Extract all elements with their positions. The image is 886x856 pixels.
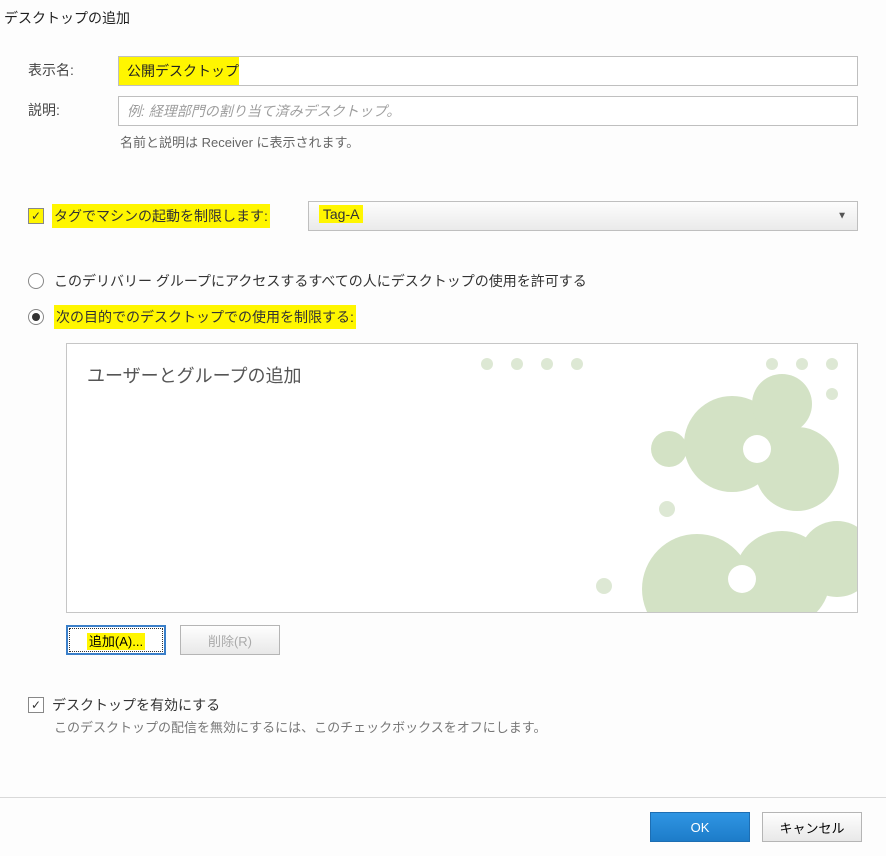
description-hint: 名前と説明は Receiver に表示されます。 bbox=[120, 132, 858, 151]
tag-limit-checkbox[interactable] bbox=[28, 208, 44, 224]
dialog-content: 表示名: 説明: 名前と説明は Receiver に表示されます。 タグでマシン… bbox=[0, 36, 886, 756]
tag-select-value: Tag-A bbox=[319, 205, 364, 223]
display-name-label: 表示名: bbox=[28, 56, 118, 80]
users-panel-title: ユーザーとグループの追加 bbox=[67, 344, 857, 406]
add-button[interactable]: 追加(A)... bbox=[66, 625, 166, 655]
cancel-button[interactable]: キャンセル bbox=[762, 812, 862, 842]
remove-button: 削除(R) bbox=[180, 625, 280, 655]
tag-limit-label: タグでマシンの起動を制限します: bbox=[52, 204, 270, 228]
radio-restrict[interactable] bbox=[28, 309, 44, 325]
users-groups-panel: ユーザーとグループの追加 bbox=[66, 343, 858, 613]
tag-select[interactable]: Tag-A ▼ bbox=[308, 201, 858, 231]
description-input[interactable] bbox=[118, 96, 858, 126]
radio-everyone-label: このデリバリー グループにアクセスするすべての人にデスクトップの使用を許可する bbox=[54, 271, 587, 291]
radio-everyone[interactable] bbox=[28, 273, 44, 289]
enable-desktop-hint: このデスクトップの配信を無効にするには、このチェックボックスをオフにします。 bbox=[54, 717, 858, 736]
dialog-title: デスクトップの追加 bbox=[0, 0, 886, 36]
chevron-down-icon: ▼ bbox=[837, 211, 847, 222]
description-label: 説明: bbox=[28, 96, 118, 120]
ok-button[interactable]: OK bbox=[650, 812, 750, 842]
enable-desktop-label: デスクトップを有効にする bbox=[52, 695, 220, 715]
enable-desktop-checkbox[interactable] bbox=[28, 697, 44, 713]
display-name-input[interactable] bbox=[118, 56, 858, 86]
radio-restrict-label: 次の目的でのデスクトップでの使用を制限する: bbox=[54, 305, 356, 329]
dialog-footer: OK キャンセル bbox=[0, 797, 886, 856]
